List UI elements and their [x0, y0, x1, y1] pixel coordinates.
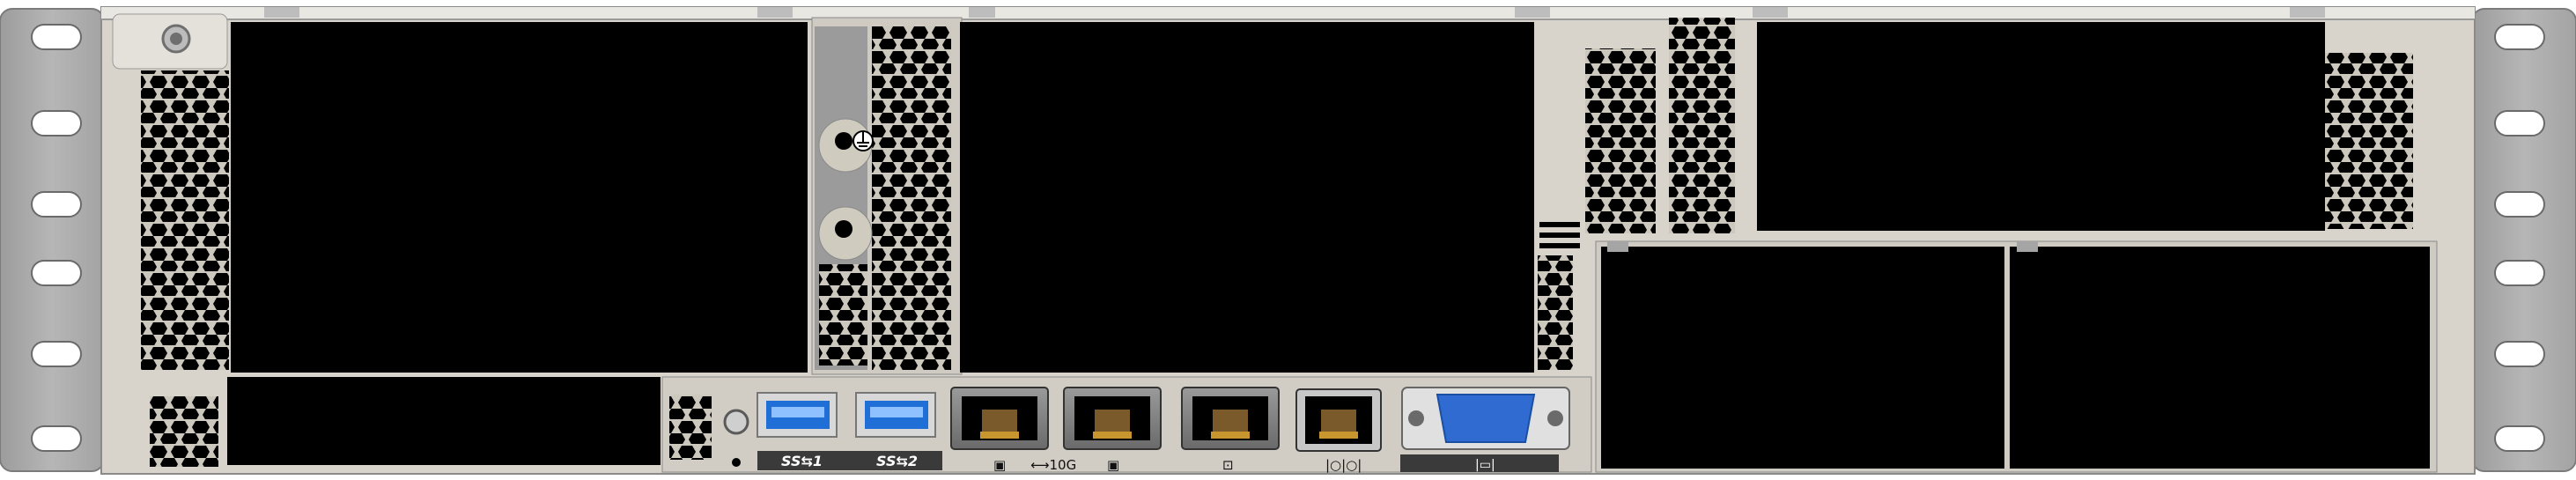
serial-port[interactable]: [1295, 388, 1382, 452]
management-port[interactable]: [1181, 387, 1280, 450]
server-rear-panel: SS⇆1 SS⇆2 ▣ ⟷10G ▣ ⊡ |○|○| |▭|: [0, 6, 2576, 475]
network-icon: ▣: [993, 457, 1006, 473]
serial-port-icon: |○|○|: [1325, 457, 1362, 473]
vent-grille: [872, 26, 951, 370]
vent-grille: [1669, 18, 1735, 233]
left-lower-bay: [227, 377, 661, 465]
center-riser: [811, 17, 963, 375]
right-rack-ear: [2471, 8, 2576, 472]
ground-icon: [853, 130, 874, 151]
vent-grille: [1538, 255, 1573, 370]
usb-port-2[interactable]: [855, 392, 936, 438]
vga-icon: |▭|: [1475, 458, 1495, 472]
left-rack-ear: [0, 8, 105, 472]
right-upper-bay: [1757, 22, 2325, 231]
vent-grille: [819, 264, 867, 366]
vent-grille: [669, 395, 712, 460]
usb-2-label: SS⇆2: [876, 453, 918, 469]
network-port-1[interactable]: [950, 387, 1049, 450]
psu-bay-2: [2010, 247, 2430, 469]
psu-bay-1: [1601, 247, 2004, 469]
vent-grille: [141, 70, 229, 370]
left-upper-bay: [231, 22, 808, 373]
management-icon: ⊡: [1222, 457, 1234, 473]
vent-grille: [150, 396, 218, 467]
vent-grille: [1585, 48, 1656, 233]
usb-1-label: SS⇆1: [781, 453, 823, 469]
vga-port[interactable]: [1401, 387, 1570, 450]
center-upper-bay: [960, 22, 1534, 373]
power-supply-bays: [1595, 240, 2438, 473]
network-port-2[interactable]: [1063, 387, 1162, 450]
vent-grille: [2325, 53, 2413, 229]
network-icon: ▣: [1107, 457, 1119, 473]
uid-button-icon: [732, 458, 741, 467]
speed-label: ⟷10G: [1030, 457, 1076, 473]
right-upper-area: [1757, 22, 2413, 231]
usb-port-1[interactable]: [757, 392, 838, 438]
